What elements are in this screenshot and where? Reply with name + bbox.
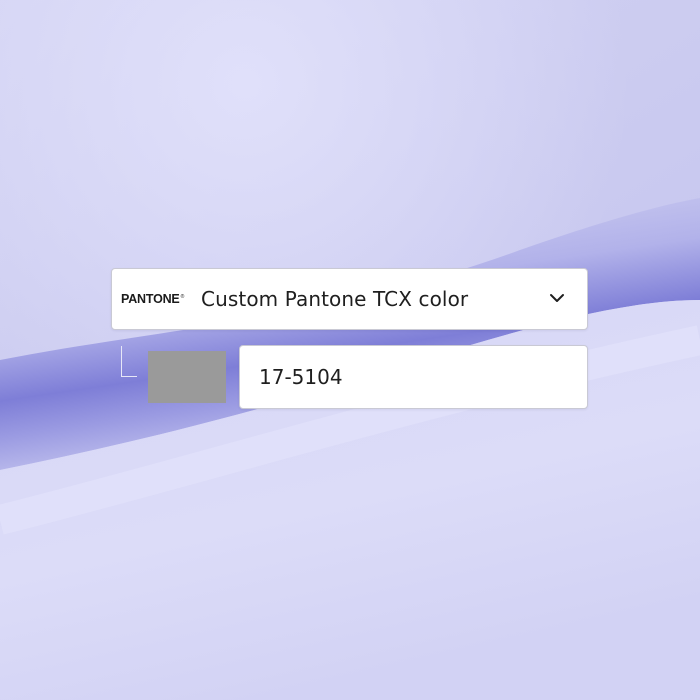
color-code-input[interactable] [239, 345, 588, 409]
color-swatch [148, 351, 226, 403]
pantone-logo: PANTONE® [121, 292, 185, 306]
select-value-label: Custom Pantone TCX color [201, 287, 469, 311]
color-system-select[interactable]: PANTONE® Custom Pantone TCX color [111, 268, 588, 330]
connector-line [121, 346, 137, 377]
chevron-down-icon[interactable] [549, 292, 565, 304]
